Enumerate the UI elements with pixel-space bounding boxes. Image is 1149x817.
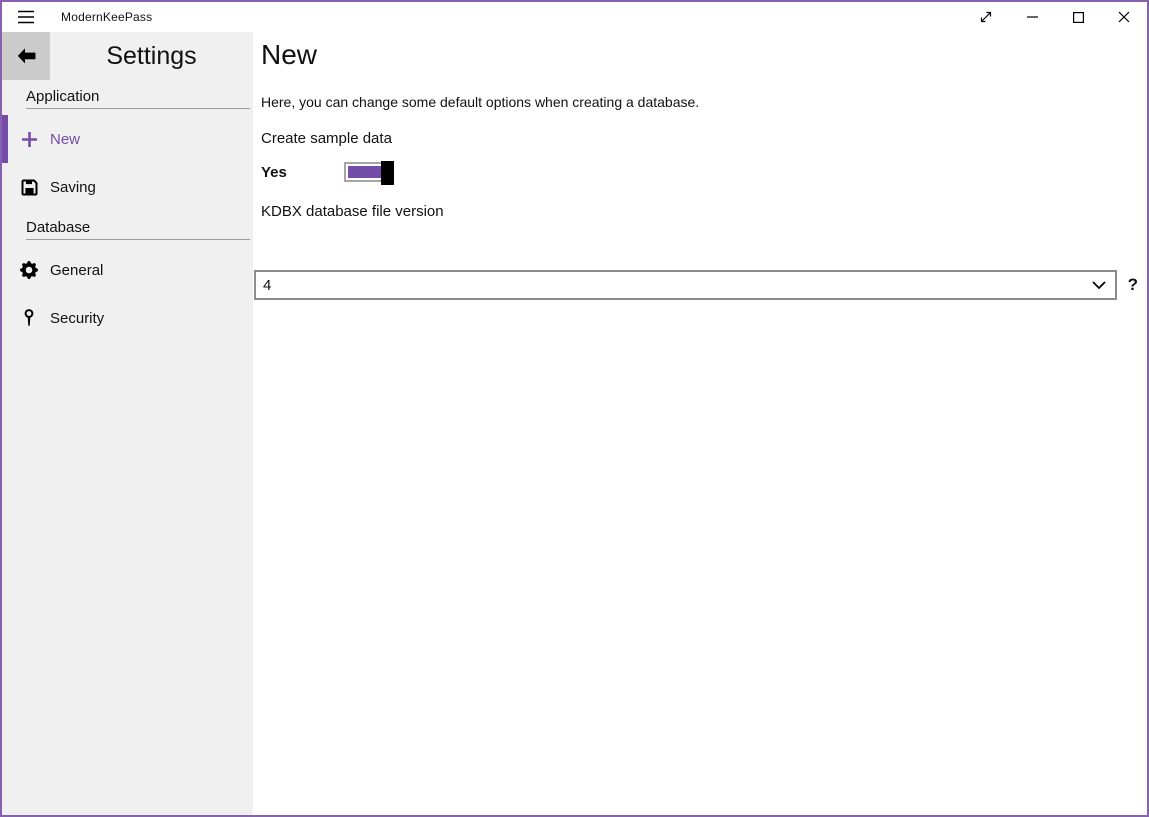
back-button[interactable]	[2, 32, 50, 80]
nav-list-application: New Saving	[2, 115, 253, 211]
hamburger-menu-button[interactable]	[2, 2, 50, 32]
settings-content-panel: New Here, you can change some default op…	[253, 32, 1147, 815]
sidebar-item-saving[interactable]: Saving	[2, 163, 253, 211]
section-header-application: Application	[26, 88, 250, 109]
title-bar: ModernKeePass	[2, 2, 1147, 32]
sample-data-toggle[interactable]	[344, 162, 390, 182]
sidebar-item-label: Saving	[50, 179, 96, 196]
kdbx-version-combobox[interactable]: 4	[254, 270, 1117, 300]
back-arrow-icon	[15, 47, 37, 65]
close-icon	[1118, 11, 1130, 23]
app-window: { "window": { "title": "ModernKeePass", …	[0, 0, 1149, 817]
maximize-button[interactable]	[1055, 2, 1101, 32]
sidebar-item-label: General	[50, 262, 103, 279]
nav-list-database: General Security	[2, 246, 253, 342]
plus-icon	[20, 130, 38, 148]
sidebar-item-label: New	[50, 131, 80, 148]
fullscreen-icon	[979, 10, 993, 24]
minimize-button[interactable]	[1009, 2, 1055, 32]
kdbx-version-label: KDBX database file version	[261, 203, 1141, 220]
save-icon	[20, 178, 38, 196]
section-header-database: Database	[26, 219, 250, 240]
sample-data-label: Create sample data	[261, 130, 1141, 147]
sidebar-item-general[interactable]: General	[2, 246, 253, 294]
settings-sidebar: Settings Application New Saving	[2, 32, 253, 815]
sidebar-item-label: Security	[50, 310, 104, 327]
sample-data-toggle-row: Yes	[261, 160, 1141, 184]
sidebar-item-new[interactable]: New	[2, 115, 253, 163]
toggle-state-text: Yes	[261, 164, 344, 181]
toggle-knob[interactable]	[381, 161, 394, 185]
close-button[interactable]	[1101, 2, 1147, 32]
kdbx-help-button[interactable]: ?	[1128, 275, 1138, 295]
sidebar-item-security[interactable]: Security	[2, 294, 253, 342]
window-controls	[963, 2, 1147, 32]
sidebar-header: Settings	[2, 32, 253, 80]
chevron-down-icon	[1092, 281, 1106, 290]
maximize-icon	[1073, 12, 1084, 23]
app-title: ModernKeePass	[61, 2, 152, 32]
minimize-icon	[1027, 16, 1038, 18]
fullscreen-button[interactable]	[963, 2, 1009, 32]
combobox-selected-value: 4	[263, 277, 271, 294]
page-description: Here, you can change some default option…	[261, 93, 1141, 111]
kdbx-version-row: 4 ?	[254, 270, 1141, 300]
hamburger-icon	[18, 10, 34, 24]
main-layout: Settings Application New Saving	[2, 32, 1147, 815]
page-title: New	[261, 36, 1141, 74]
key-icon	[20, 309, 38, 327]
settings-page-title: Settings	[50, 32, 253, 80]
gear-icon	[20, 261, 38, 279]
